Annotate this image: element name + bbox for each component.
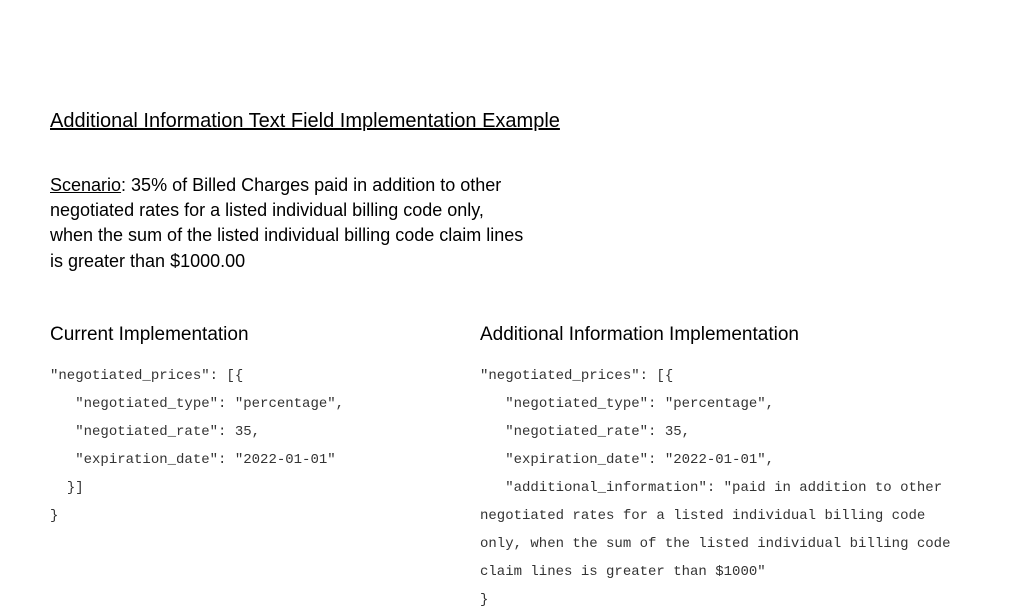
additional-info-heading: Additional Information Implementation (480, 324, 974, 346)
current-implementation-code: "negotiated_prices": [{ "negotiated_type… (50, 362, 420, 530)
scenario-text: Scenario: 35% of Billed Charges paid in … (50, 173, 530, 274)
columns-container: Current Implementation "negotiated_price… (50, 324, 974, 614)
scenario-label: Scenario (50, 175, 121, 195)
page-title: Additional Information Text Field Implem… (50, 110, 974, 133)
current-implementation-heading: Current Implementation (50, 324, 420, 346)
current-implementation-column: Current Implementation "negotiated_price… (50, 324, 420, 614)
additional-info-column: Additional Information Implementation "n… (480, 324, 974, 614)
scenario-body: : 35% of Billed Charges paid in addition… (50, 175, 523, 271)
